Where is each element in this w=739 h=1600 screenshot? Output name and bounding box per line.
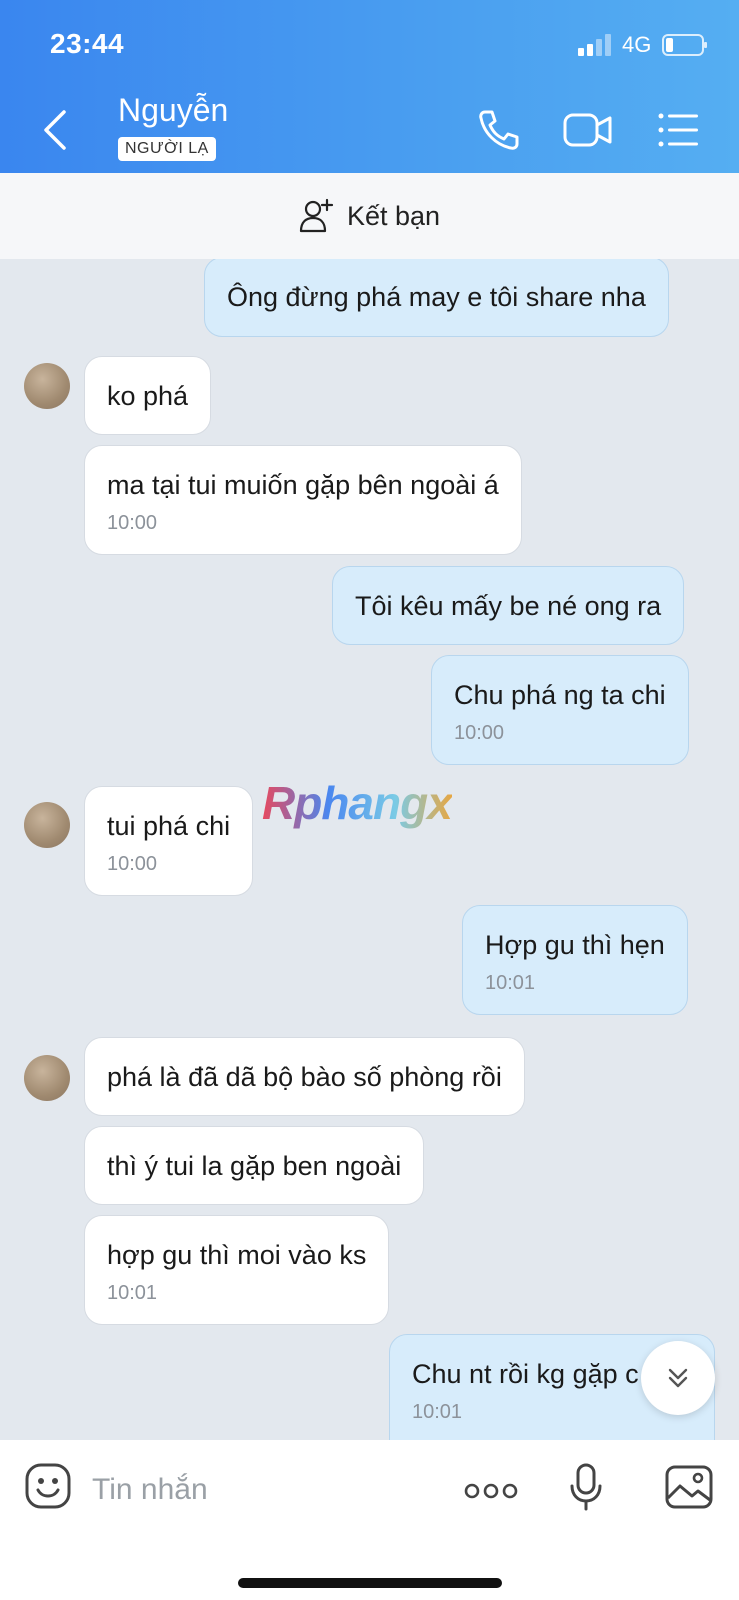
message-text: Hợp gu thì hẹn (485, 930, 665, 960)
message-text: Chu phá ng ta chi (454, 680, 666, 710)
avatar[interactable] (24, 363, 70, 409)
message-text: Tôi kêu mấy be né ong ra (355, 591, 662, 621)
message-bubble-outgoing[interactable]: Hợp gu thì hẹn 10:01 (462, 905, 688, 1015)
message-bubble-outgoing[interactable]: Chu phá ng ta chi 10:00 (431, 655, 689, 765)
image-icon[interactable] (664, 1464, 714, 1510)
message-text: hợp gu thì moi vào ks (107, 1240, 367, 1270)
mic-icon[interactable] (568, 1462, 604, 1512)
menu-icon[interactable] (656, 108, 700, 152)
message-text: Ông đừng phá may e tôi share nha (227, 282, 646, 312)
message-time: 10:01 (107, 1282, 158, 1304)
avatar[interactable] (24, 1055, 70, 1101)
contact-name[interactable]: Nguyễn (118, 92, 228, 129)
message-composer (0, 1440, 739, 1600)
battery-icon (662, 34, 707, 56)
message-bubble-incoming[interactable]: ma tại tui muiốn gặp bên ngoài á 10:00 (84, 445, 522, 555)
message-bubble-outgoing[interactable]: Ông đừng phá may e tôi share nha (204, 259, 669, 337)
video-call-icon[interactable] (562, 108, 614, 152)
message-bubble-incoming[interactable]: phá là đã dã bộ bào số phòng rồi (84, 1037, 525, 1116)
message-time: 10:00 (107, 853, 158, 875)
back-icon[interactable] (40, 108, 70, 152)
avatar[interactable] (24, 802, 70, 848)
message-text: thì ý tui la gặp ben ngoài (107, 1151, 402, 1181)
scroll-down-button[interactable] (641, 1341, 715, 1415)
home-indicator (238, 1578, 502, 1588)
emoji-icon[interactable] (24, 1462, 72, 1510)
phone-icon[interactable] (476, 108, 520, 152)
message-text: ma tại tui muiốn gặp bên ngoài á (107, 470, 499, 500)
add-friend-button[interactable]: Kết bạn (0, 173, 739, 259)
add-friend-icon (299, 198, 334, 233)
message-bubble-incoming[interactable]: ko phá (84, 356, 212, 435)
message-text: tui phá chi (107, 811, 231, 841)
scroll-down-icon (668, 1368, 688, 1388)
status-time: 23:44 (50, 28, 125, 59)
message-time: 10:01 (485, 972, 536, 994)
message-bubble-incoming[interactable]: hợp gu thì moi vào ks 10:01 (84, 1215, 390, 1325)
message-bubble-outgoing[interactable]: Tôi kêu mấy be né ong ra (332, 566, 685, 645)
message-bubble-incoming[interactable]: thì ý tui la gặp ben ngoài (84, 1126, 425, 1205)
network-type: 4G (622, 32, 652, 57)
message-bubble-incoming[interactable]: tui phá chi 10:00 (84, 786, 254, 896)
message-time: 10:00 (454, 722, 505, 744)
stranger-badge: NGƯỜI LẠ (118, 137, 216, 161)
chat-area[interactable]: Ông đừng phá may e tôi share nha ko phá … (0, 259, 739, 1440)
signal-icon (578, 34, 611, 56)
message-time: 10:00 (107, 512, 158, 534)
add-friend-label: Kết bạn (346, 200, 441, 231)
chat-header: 23:44 4G Nguyễn NGƯỜI LẠ (0, 0, 739, 173)
message-input[interactable] (92, 1468, 432, 1512)
message-text: Chu nt rồi kg gặp c (412, 1359, 639, 1389)
message-text: ko phá (107, 381, 189, 411)
more-icon[interactable] (464, 1482, 518, 1500)
watermark-logo: Rphangx (262, 777, 453, 829)
message-text: phá là đã dã bộ bào số phòng rồi (107, 1062, 502, 1092)
